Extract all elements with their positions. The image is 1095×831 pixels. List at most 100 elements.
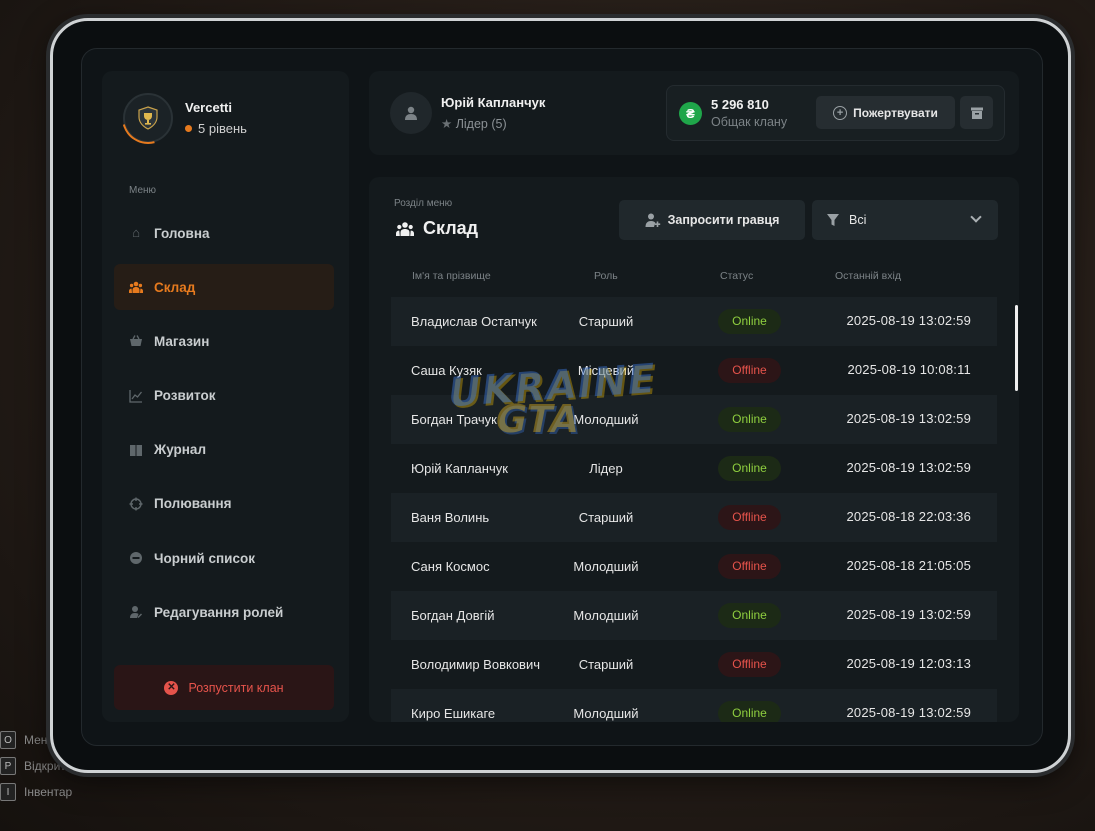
table-row[interactable]: Саня Космос Молодший Offline 2025-08-18 21:… (391, 542, 997, 591)
sidebar-item-label: Журнал (154, 442, 207, 458)
book-icon (129, 443, 143, 457)
disband-clan-label: Розпустити клан (188, 680, 284, 695)
user-edit-icon (129, 605, 143, 619)
invite-player-label: Запросити гравця (667, 213, 780, 227)
status-badge: Offline (718, 505, 781, 530)
sidebar-item-journal[interactable]: Журнал (114, 427, 334, 473)
sidebar-item-label: Магазин (154, 333, 210, 349)
member-name: Владислав Остапчук (411, 314, 537, 329)
member-name: Саша Кузяк (411, 363, 482, 378)
chevron-down-icon (970, 211, 982, 223)
invite-player-button[interactable]: Запросити гравця (619, 200, 805, 240)
level-dot-icon (185, 125, 192, 132)
member-last-login: 2025-08-19 13:02:59 (846, 411, 971, 426)
treasury-label: Общак клану (711, 115, 788, 129)
hint-key: O (0, 731, 16, 749)
clan-level: 5 рівень (185, 121, 247, 136)
members-panel: Розділ меню Склад Запросити гравця Всі І… (369, 177, 1019, 722)
member-role: Старший (578, 314, 634, 329)
plus-circle-icon: + (833, 105, 848, 120)
status-badge: Offline (718, 652, 781, 677)
sidebar-item-label: Склад (154, 279, 196, 295)
table-row[interactable]: Киро Ешикаге Молодший Online 2025-08-19 13:… (391, 689, 997, 722)
member-role: Лідер (589, 461, 623, 476)
sidebar-item-shop[interactable]: Магазин (114, 318, 334, 364)
section-label: Розділ меню (394, 198, 453, 209)
table-row[interactable]: Ваня Волинь Старший Offline 2025-08-18 22:0… (391, 493, 997, 542)
member-role: Старший (578, 510, 634, 525)
donate-label: Пожертвувати (853, 105, 938, 120)
member-last-login: 2025-08-19 13:02:59 (846, 460, 971, 475)
add-user-icon (645, 213, 660, 227)
table-row[interactable]: Богдан Трачук Молодший Online 2025-08-19 13… (391, 395, 997, 444)
hint-label: Інвентар (24, 785, 73, 799)
clan-avatar (123, 93, 173, 143)
member-last-login: 2025-08-19 13:02:59 (846, 313, 971, 328)
clan-leader: Юрій Капланчук ★ Лідер (5) (390, 92, 545, 134)
archive-icon (970, 107, 983, 119)
clan-name: Vercetti (185, 100, 232, 115)
sidebar-item-hunting[interactable]: Полювання (114, 481, 334, 527)
clan-treasury: ₴ 5 296 810 Общак клану + Пожертвувати (666, 85, 1005, 141)
member-role: Молодший (573, 412, 639, 427)
table-row[interactable]: Богдан Довгій Молодший Online 2025-08-19 13… (391, 591, 997, 640)
status-badge: Offline (718, 358, 781, 383)
chart-icon (129, 389, 143, 403)
members-icon (396, 221, 414, 236)
member-last-login: 2025-08-19 13:02:59 (846, 705, 971, 720)
leader-name: Юрій Капланчук (441, 95, 546, 110)
table-row[interactable]: Владислав Остапчук Старший Online 2025-08-1… (391, 297, 997, 346)
sidebar-item-members[interactable]: Склад (114, 264, 334, 311)
status-badge: Online (718, 309, 781, 334)
close-circle-icon: ✕ (164, 680, 179, 695)
member-name: Саня Космос (411, 559, 490, 574)
archive-button[interactable] (960, 96, 993, 129)
home-icon: ⌂ (132, 225, 140, 240)
member-name: Киро Ешикаге (411, 706, 496, 721)
table-row[interactable]: Володимир Вовкович Старший Offline 2025-08-… (391, 640, 997, 689)
leader-avatar (390, 92, 432, 134)
table-row[interactable]: Юрій Капланчук Лідер Online 2025-08-19 13:0… (391, 444, 997, 493)
status-badge: Offline (718, 554, 781, 579)
member-role: Місцевий (577, 363, 635, 378)
member-role: Молодший (573, 608, 639, 623)
member-name: Богдан Трачук (411, 412, 497, 427)
column-header-status: Статус (720, 270, 754, 282)
sidebar-item-roles[interactable]: Редагування ролей (114, 589, 334, 635)
members-table: Владислав Остапчук Старший Online 2025-08-1… (391, 297, 997, 722)
tablet-screen: Vercetti 5 рівень Меню ⌂ Головна Склад М… (81, 48, 1043, 746)
filter-icon (827, 213, 839, 226)
page-title: Склад (396, 218, 478, 239)
donate-button[interactable]: + Пожертвувати (816, 96, 955, 129)
sidebar-item-label: Редагування ролей (154, 604, 284, 620)
sidebar-item-label: Головна (154, 225, 210, 241)
sidebar-item-development[interactable]: Розвиток (114, 373, 334, 419)
disband-clan-button[interactable]: ✕ Розпустити клан (114, 665, 334, 710)
filter-value: Всі (849, 213, 867, 227)
game-hint: I Інвентар (0, 780, 124, 804)
member-role: Молодший (573, 559, 639, 574)
member-last-login: 2025-08-19 12:03:13 (846, 656, 971, 671)
clan-profile: Vercetti 5 рівень (123, 93, 247, 143)
basket-icon (129, 334, 143, 348)
treasury-amount: 5 296 810 (711, 97, 769, 112)
status-filter-select[interactable]: Всі (812, 200, 998, 240)
member-last-login: 2025-08-18 21:05:05 (846, 558, 971, 573)
sidebar: Vercetti 5 рівень Меню ⌂ Головна Склад М… (102, 71, 349, 722)
member-last-login: 2025-08-19 10:08:11 (847, 362, 971, 377)
sidebar-item-home[interactable]: ⌂ Головна (114, 210, 334, 256)
tablet-frame: Vercetti 5 рівень Меню ⌂ Головна Склад М… (50, 18, 1071, 773)
member-last-login: 2025-08-19 13:02:59 (846, 607, 971, 622)
member-name: Богдан Довгій (411, 608, 495, 623)
sidebar-item-blacklist[interactable]: Чорний список (114, 535, 334, 581)
member-name: Ваня Волинь (411, 510, 490, 525)
hint-key: P (0, 757, 16, 775)
page-title-text: Склад (423, 218, 479, 238)
status-badge: Online (718, 407, 781, 432)
scrollbar[interactable] (1015, 305, 1018, 391)
hryvnia-icon: ₴ (679, 102, 702, 125)
star-icon: ★ (441, 117, 453, 131)
leader-role: ★ Лідер (5) (441, 116, 545, 131)
table-row[interactable]: Саша Кузяк Місцевий Offline 2025-08-19 10:0… (391, 346, 997, 395)
table-header: Ім'я та прізвище Роль Статус Останній вх… (391, 270, 997, 284)
